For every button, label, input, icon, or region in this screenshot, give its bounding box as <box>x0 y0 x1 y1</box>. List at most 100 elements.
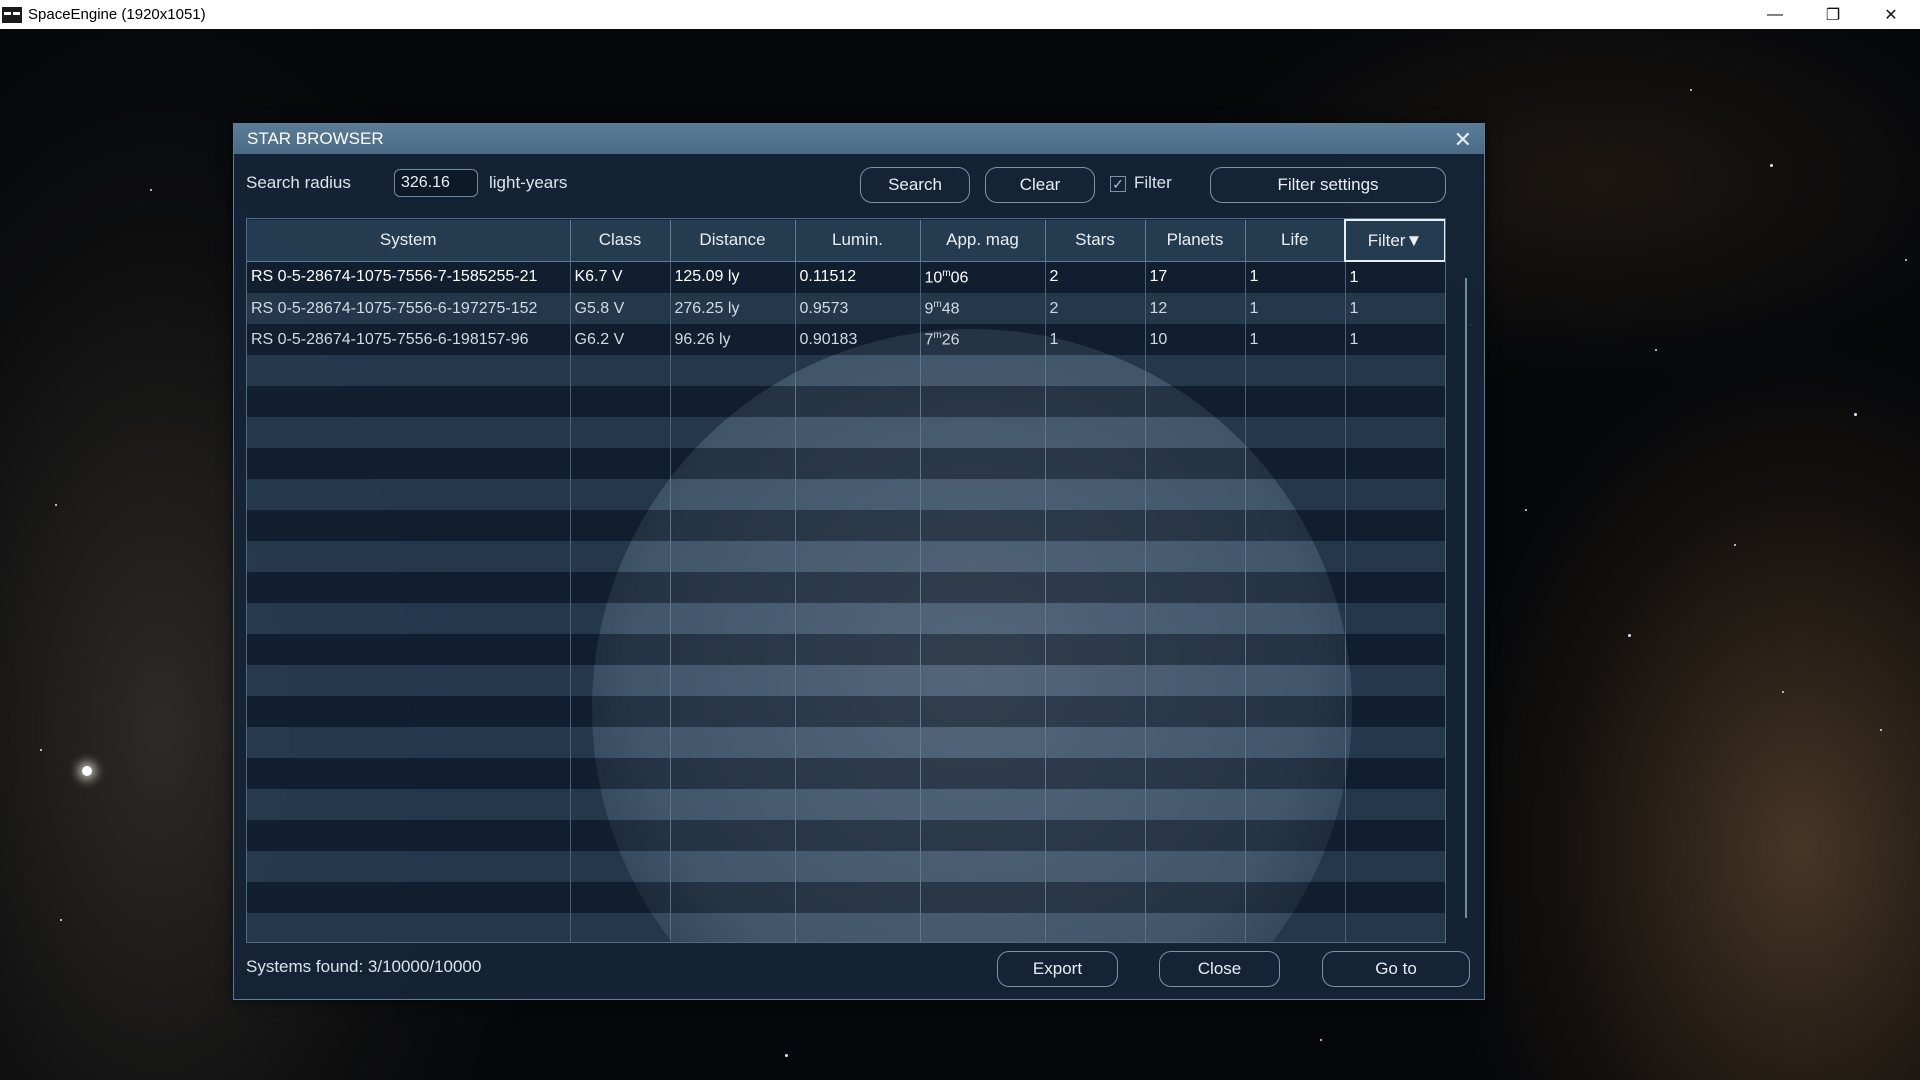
empty-cell <box>1245 572 1346 603</box>
cell-lumin: 0.11512 <box>795 261 921 293</box>
table-row[interactable]: RS 0-5-28674-1075-7556-7-1585255-21 K6.7… <box>247 261 1445 293</box>
empty-cell <box>1045 727 1146 758</box>
empty-cell <box>1145 417 1246 448</box>
empty-cell <box>1145 386 1246 417</box>
empty-cell <box>570 851 671 882</box>
empty-cell <box>795 572 921 603</box>
empty-cell <box>1145 634 1246 665</box>
star <box>1320 1039 1322 1041</box>
bright-star <box>82 766 92 776</box>
empty-cell <box>795 541 921 572</box>
empty-cell <box>1145 820 1246 851</box>
empty-table-row <box>247 758 1445 789</box>
search-radius-input[interactable] <box>394 169 478 197</box>
dialog-title-bar[interactable]: STAR BROWSER ✕ <box>234 124 1484 154</box>
empty-cell <box>1345 603 1445 634</box>
empty-cell <box>570 541 671 572</box>
empty-cell <box>570 479 671 510</box>
filter-settings-button[interactable]: Filter settings <box>1210 167 1446 203</box>
empty-cell <box>1245 665 1346 696</box>
empty-cell <box>247 758 571 789</box>
empty-cell <box>1345 386 1445 417</box>
close-button[interactable]: Close <box>1159 951 1280 987</box>
empty-cell <box>795 448 921 479</box>
empty-cell <box>670 634 796 665</box>
close-icon[interactable]: ✕ <box>1454 127 1472 153</box>
empty-cell <box>570 882 671 913</box>
empty-cell <box>570 820 671 851</box>
empty-cell <box>247 851 571 882</box>
close-window-icon[interactable]: ✕ <box>1862 0 1920 29</box>
empty-cell <box>247 603 571 634</box>
empty-table-row <box>247 851 1445 882</box>
empty-table-row <box>247 386 1445 417</box>
results-table: System Class Distance Lumin. App. mag St… <box>247 219 1445 942</box>
empty-cell <box>795 603 921 634</box>
column-header-app-mag[interactable]: App. mag <box>920 220 1046 262</box>
empty-cell <box>1345 727 1445 758</box>
filter-checkbox[interactable]: ✓ <box>1110 176 1126 192</box>
column-header-life[interactable]: Life <box>1245 220 1346 262</box>
empty-cell <box>795 820 921 851</box>
star <box>1905 259 1907 261</box>
empty-cell <box>247 572 571 603</box>
column-header-class[interactable]: Class <box>570 220 671 262</box>
empty-cell <box>795 727 921 758</box>
os-title-bar: SpaceEngine (1920x1051) — ❐ ✕ <box>0 0 1920 29</box>
empty-cell <box>1045 355 1146 386</box>
table-row[interactable]: RS 0-5-28674-1075-7556-6-198157-96 G6.2 … <box>247 324 1445 355</box>
empty-table-row <box>247 479 1445 510</box>
go-to-button[interactable]: Go to <box>1322 951 1470 987</box>
systems-found-status: Systems found: 3/10000/10000 <box>246 957 482 976</box>
search-radius-label: Search radius <box>246 173 351 192</box>
clear-button[interactable]: Clear <box>985 167 1095 203</box>
empty-cell <box>795 479 921 510</box>
export-button[interactable]: Export <box>997 951 1118 987</box>
empty-cell <box>670 510 796 541</box>
empty-cell <box>1045 758 1146 789</box>
empty-table-row <box>247 603 1445 634</box>
results-table-container: System Class Distance Lumin. App. mag St… <box>246 218 1446 943</box>
empty-cell <box>570 386 671 417</box>
empty-cell <box>570 603 671 634</box>
empty-cell <box>247 665 571 696</box>
column-header-filter[interactable]: Filter▼ <box>1344 219 1445 262</box>
table-row[interactable]: RS 0-5-28674-1075-7556-6-197275-152 G5.8… <box>247 293 1445 324</box>
dialog-title: STAR BROWSER <box>247 129 384 148</box>
column-header-distance[interactable]: Distance <box>670 220 796 262</box>
empty-cell <box>1045 820 1146 851</box>
empty-cell <box>1045 541 1146 572</box>
empty-cell <box>1045 479 1146 510</box>
star <box>1525 509 1527 511</box>
cell-lumin: 0.90183 <box>795 324 921 355</box>
window-controls: — ❐ ✕ <box>1746 0 1920 29</box>
minimize-icon[interactable]: — <box>1746 0 1804 29</box>
empty-cell <box>1045 882 1146 913</box>
cell-life: 1 <box>1245 293 1346 324</box>
table-scrollbar[interactable] <box>1465 278 1467 918</box>
empty-cell <box>920 758 1046 789</box>
column-header-stars[interactable]: Stars <box>1045 220 1146 262</box>
star <box>55 504 57 506</box>
empty-cell <box>247 541 571 572</box>
empty-cell <box>1245 603 1346 634</box>
restore-icon[interactable]: ❐ <box>1804 0 1862 29</box>
empty-cell <box>1245 696 1346 727</box>
column-header-lumin[interactable]: Lumin. <box>795 220 921 262</box>
cell-system: RS 0-5-28674-1075-7556-7-1585255-21 <box>247 261 571 293</box>
empty-cell <box>570 448 671 479</box>
star-browser-dialog: STAR BROWSER ✕ Search radius light-years… <box>233 123 1485 1000</box>
empty-cell <box>670 386 796 417</box>
empty-cell <box>1245 727 1346 758</box>
search-button[interactable]: Search <box>860 167 970 203</box>
empty-cell <box>795 696 921 727</box>
empty-cell <box>247 355 571 386</box>
column-header-planets[interactable]: Planets <box>1145 220 1246 262</box>
empty-cell <box>670 882 796 913</box>
column-header-system[interactable]: System <box>247 220 571 262</box>
cell-distance: 96.26 ly <box>670 324 796 355</box>
empty-cell <box>920 603 1046 634</box>
empty-cell <box>920 479 1046 510</box>
empty-cell <box>795 510 921 541</box>
empty-cell <box>570 355 671 386</box>
